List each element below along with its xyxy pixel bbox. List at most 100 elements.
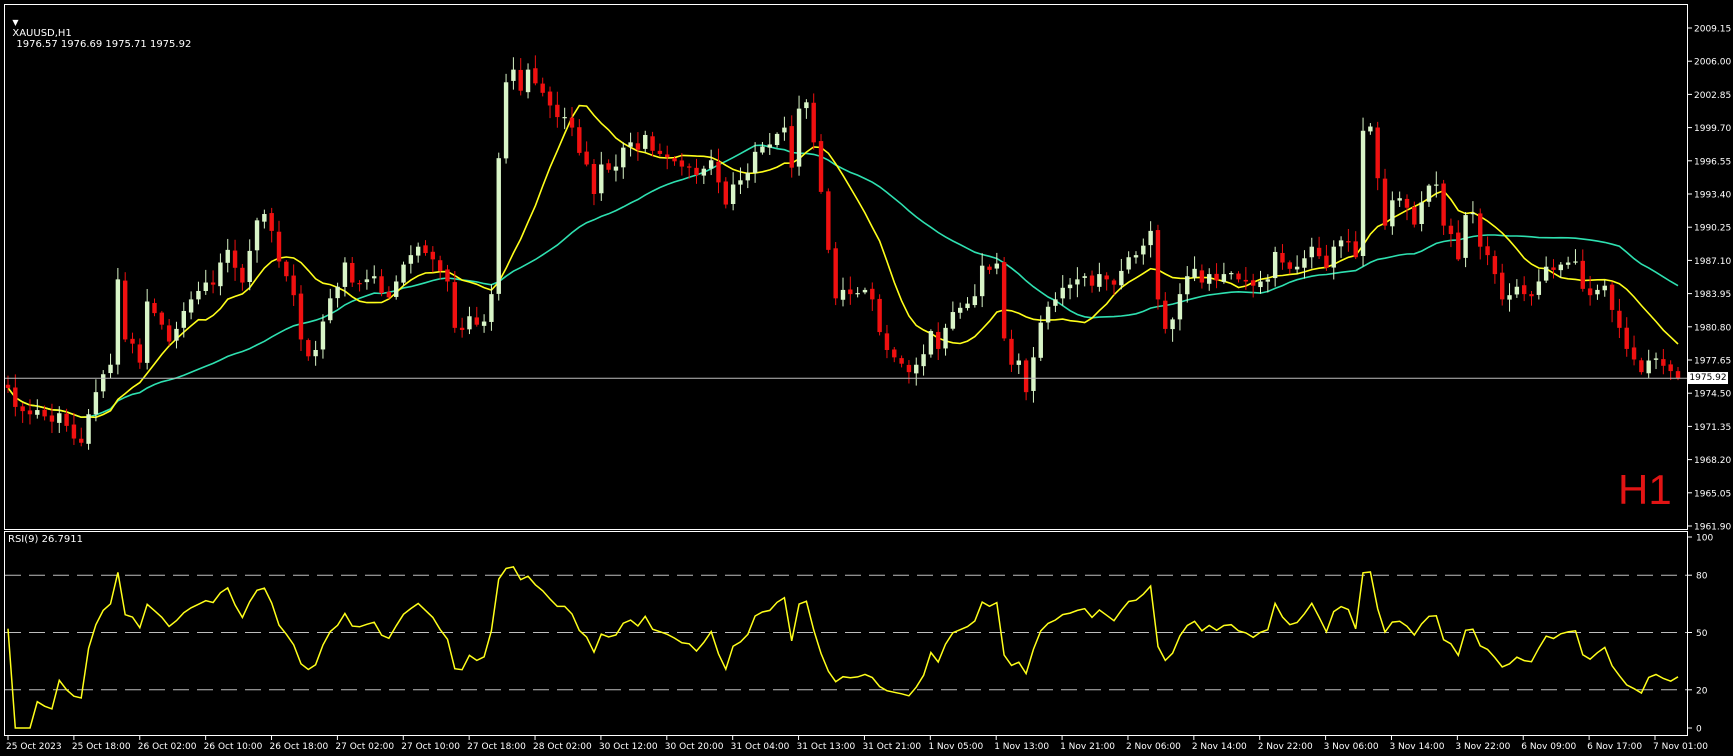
candle-body [1602,285,1607,291]
candle-body [1104,275,1109,280]
time-tick-label: 27 Oct 02:00 [335,742,394,752]
candle-body [1631,347,1637,360]
time-tick-label: 3 Nov 22:00 [1455,742,1510,752]
trading-chart[interactable]: 2009.15 2006.00 2002.85 1999.70 1996.55 1993.… [0,0,1733,756]
candle-body [621,147,626,168]
candle-body [247,250,252,282]
rsi-tick-label: 80 [1696,572,1708,582]
candle-body [423,245,428,254]
candle-body [1412,206,1417,225]
candle-body [972,296,978,306]
candle-body [459,327,465,330]
time-tick-label: 3 Nov 06:00 [1324,742,1379,752]
candle-body [57,413,62,423]
candle-body [782,127,787,133]
candle-body [1265,279,1271,282]
time-tick-label: 25 Oct 18:00 [72,742,131,752]
candle-body [1514,286,1520,295]
candle-body [181,310,186,328]
candle-body [1221,274,1227,282]
candle-body [379,276,384,294]
candle-body [1426,185,1432,202]
rsi-tick-label: 20 [1696,686,1708,696]
symbol-header[interactable]: ▼ XAUUSD,H1 1976.57 1976.69 1975.71 1975… [6,6,191,50]
candle-body [115,279,121,365]
candle-body [928,331,934,355]
candle-body [657,150,663,154]
candle-body [1375,127,1380,179]
candle-body [101,374,106,392]
price-tick-label: 1996.55 [1694,157,1731,167]
candle-body [1192,268,1197,278]
price-tick-label: 2002.85 [1694,91,1731,101]
candle-body [254,220,260,251]
candle-body [686,166,692,168]
candle-body [284,261,289,277]
price-tick-label: 1965.05 [1694,489,1731,499]
candle-body [796,108,802,167]
candle-body [1346,241,1351,243]
price-tick-label: 1999.70 [1694,124,1731,134]
candle-body [1177,294,1183,320]
candle-body [1646,360,1651,374]
candle-body [1558,264,1564,271]
candle-body [914,364,919,374]
time-tick-label: 27 Oct 10:00 [401,742,460,752]
candle-body [49,415,55,422]
candle-body [862,289,868,293]
candle-body [144,301,150,363]
candle-body [1382,178,1388,226]
candle-body [430,251,436,260]
candle-body [584,151,589,165]
time-tick-label: 26 Oct 10:00 [204,742,263,752]
candle-body [1163,300,1168,329]
candle-body [1404,198,1410,208]
candle-body [1229,273,1234,275]
candle-body [1661,359,1666,366]
candle-body [1470,212,1476,215]
candle-body [1324,255,1329,268]
dropdown-triangle-icon[interactable]: ▼ [12,18,18,27]
time-tick-label: 1 Nov 05:00 [928,742,983,752]
candle-body [386,291,392,298]
time-tick-label: 7 Nov 01:00 [1653,742,1708,752]
candle-body [1360,130,1366,257]
candle-body [679,160,685,167]
candle-body [767,144,772,148]
candle-body [64,413,69,426]
candle-body [291,275,296,296]
time-tick-label: 27 Oct 18:00 [467,742,526,752]
candle-body [240,267,245,283]
candle-body [1302,258,1307,268]
candle-body [137,344,143,363]
candle-body [591,163,597,194]
candle-body [1580,260,1585,289]
candle-body [1353,241,1358,258]
candle-body [1097,274,1102,287]
candle-body [1492,256,1498,275]
candle-body [804,102,809,109]
price-tick-label: 2006.00 [1694,58,1731,68]
candle-body [599,164,604,194]
candle-body [408,255,414,264]
candle-body [833,248,838,299]
candle-body [826,191,831,250]
candle-body [1111,280,1117,285]
rsi-label: RSI(9) 26.7911 [8,534,83,545]
candle-body [994,263,1000,269]
candle-body [606,163,611,170]
candle-body [1053,299,1058,306]
candle-body [130,338,135,344]
price-tick-label: 1977.65 [1694,357,1731,367]
ohlc-values: 1976.57 1976.69 1975.71 1975.92 [16,39,192,50]
candle-body [1609,284,1615,310]
time-tick-label: 31 Oct 21:00 [862,742,921,752]
candle-body [840,289,846,300]
candle-body [1448,225,1454,235]
candle-body [445,269,450,282]
candle-body [1023,360,1029,393]
candle-body [1207,274,1212,284]
rsi-tick-label: 100 [1696,534,1713,544]
candle-body [1456,232,1461,260]
candle-body [1280,252,1285,263]
